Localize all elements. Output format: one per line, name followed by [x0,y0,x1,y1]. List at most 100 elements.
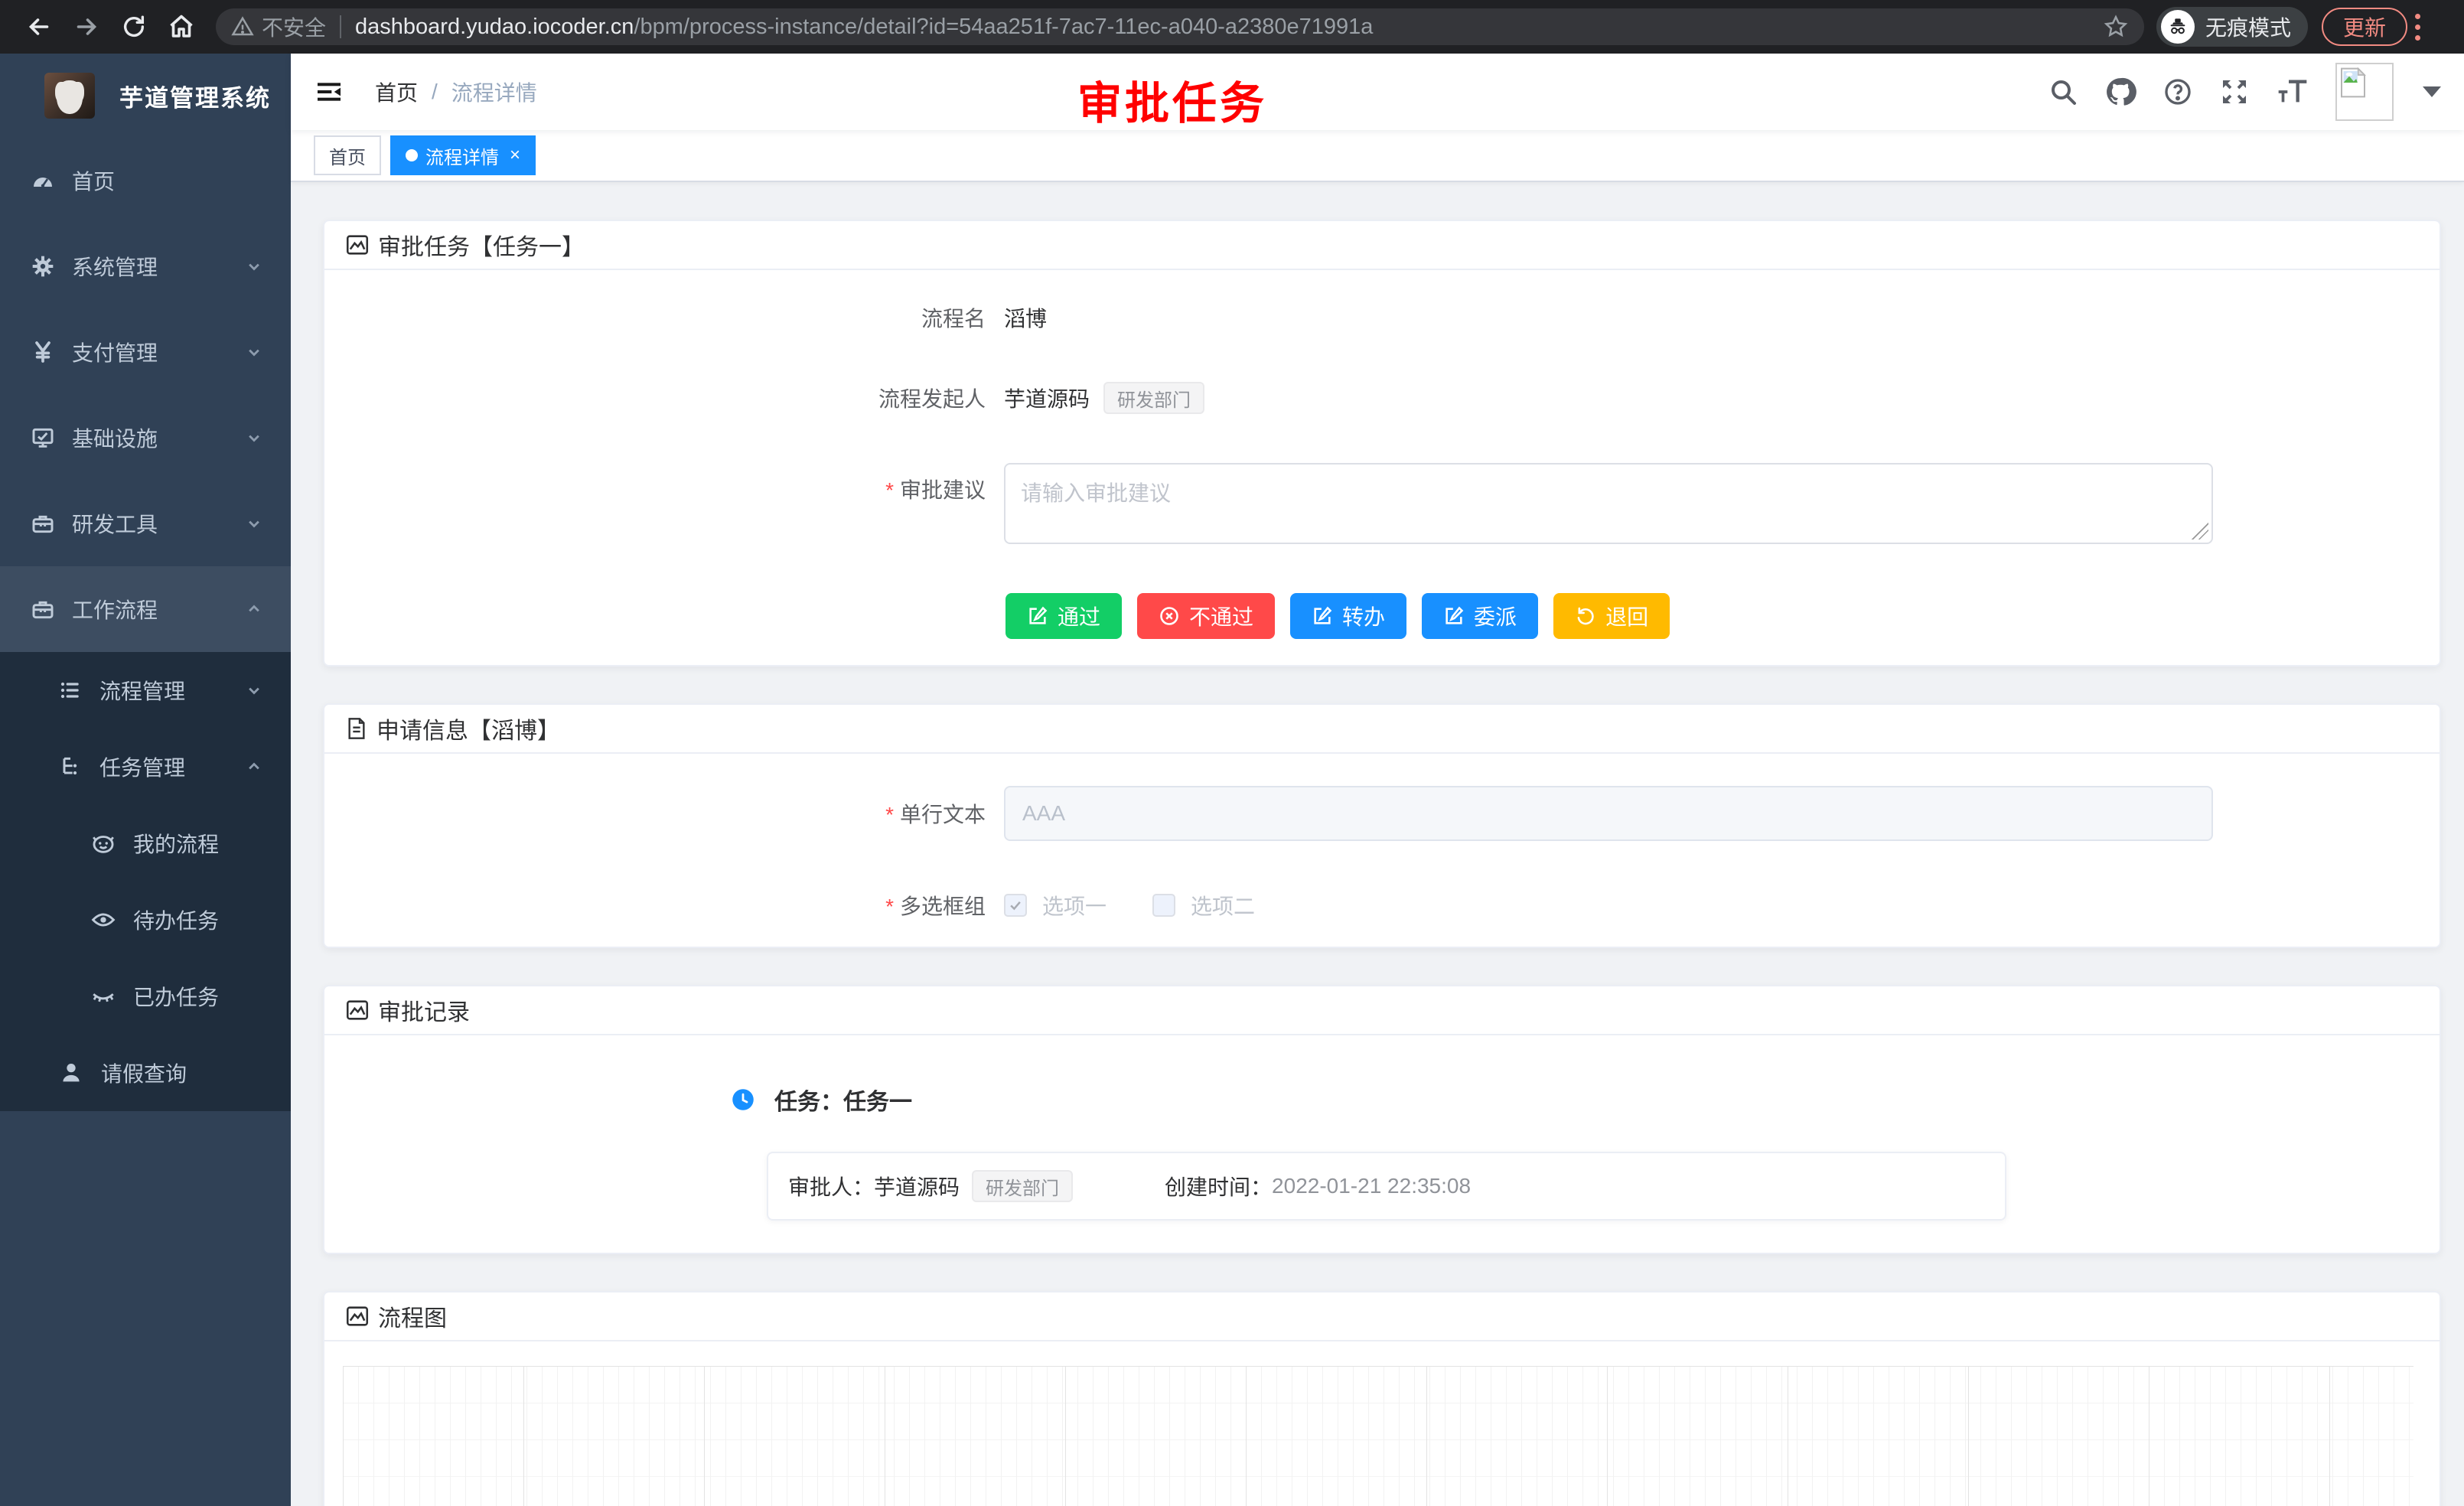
initiator-value: 芋道源码 研发部门 [1004,382,1204,414]
sidebar-item-task-mgmt[interactable]: 任务管理 [0,729,291,805]
sidebar-item-label: 研发工具 [72,508,158,539]
sidebar-item-label: 任务管理 [99,751,185,782]
card-body: 任务：任务一 审批人： 芋道源码 研发部门 创建时间： 2022-01-21 2… [324,1035,2440,1253]
sidebar-item-system[interactable]: 系统管理 [0,223,291,309]
screen: 不安全 dashboard.yudao.iocoder.cn/bpm/proce… [0,0,2464,1506]
sidebar-item-label: 系统管理 [72,251,158,282]
circle-close-icon [1159,605,1180,627]
picture-icon [344,1303,370,1329]
bookmark-star-icon[interactable] [2103,14,2129,40]
avatar[interactable] [2335,63,2394,121]
chevron-down-icon [243,680,265,701]
browser-menu-icon[interactable] [2415,14,2420,41]
sidebar-item-done-tasks[interactable]: 已办任务 [0,958,291,1035]
form-item-checkbox-group: 多选框组 选项一 选项二 [349,890,2415,921]
sidebar-item-label: 待办任务 [133,905,219,935]
sidebar-toggle-icon[interactable] [314,77,344,107]
checkbox-group: 选项一 选项二 [1004,890,1255,921]
sidebar-item-leave-query[interactable]: 请假查询 [0,1035,291,1111]
incognito-icon [2161,10,2195,44]
create-time-label: 创建时间： [1165,1171,1272,1201]
process-name-value: 滔博 [1004,302,1047,333]
checkbox-option1: 选项一 [1004,890,1107,921]
sidebar-item-workflow[interactable]: 工作流程 [0,566,291,652]
url-text[interactable]: dashboard.yudao.iocoder.cn/bpm/process-i… [355,15,2103,40]
yen-icon [31,340,55,364]
person-icon [58,1060,84,1086]
avatar-dropdown-caret[interactable] [2423,86,2441,97]
help-icon[interactable] [2163,77,2193,107]
app-navbar: 首页 / 流程详情 [291,54,2464,130]
dept-tag: 研发部门 [972,1170,1073,1202]
sidebar-item-home[interactable]: 首页 [0,138,291,223]
browser-toolbar: 不安全 dashboard.yudao.iocoder.cn/bpm/proce… [0,0,2464,54]
sidebar-item-todo-tasks[interactable]: 待办任务 [0,882,291,958]
warning-triangle-icon [231,15,254,38]
bpmn-canvas[interactable] [343,1366,2413,1506]
sidebar-item-label: 工作流程 [72,594,158,624]
main-area: 首页 / 流程详情 [291,54,2464,1506]
forward-icon[interactable] [72,12,101,41]
form-item-process-name: 流程名 滔博 [349,302,2415,333]
chevron-down-icon [243,341,265,363]
app-window: 芋道管理系统 首页 系统管理 支付管理 基础设施 [0,54,2464,1506]
suggestion-textarea[interactable]: 请输入审批建议 [1004,463,2213,544]
back-icon[interactable] [24,12,54,41]
reject-button[interactable]: 不通过 [1137,593,1275,639]
textarea-placeholder: 请输入审批建议 [1021,481,1171,505]
delegate-button[interactable]: 委派 [1422,593,1538,639]
chevron-down-icon [243,256,265,277]
edit-icon [1312,605,1333,627]
toolbox-icon [31,511,55,536]
search-icon[interactable] [2048,77,2078,107]
initiator-name: 芋道源码 [1004,383,1090,413]
field-label: 流程发起人 [349,383,1004,413]
picture-icon [344,997,370,1023]
single-text-input: AAA [1004,786,2213,841]
fullscreen-icon[interactable] [2219,77,2250,107]
sidebar-item-payment[interactable]: 支付管理 [0,309,291,395]
field-label: 流程名 [349,302,1004,333]
home-icon[interactable] [167,12,196,41]
transfer-button[interactable]: 转办 [1290,593,1406,639]
dept-tag: 研发部门 [1103,382,1204,414]
approval-actions: 通过 不通过 转办 委 [1005,593,2415,639]
approval-task-card: 审批任务【任务一】 流程名 滔博 流程发起人 芋道源码 研发部门 [323,220,2441,667]
logo-image [44,73,95,119]
url-bar[interactable]: 不安全 dashboard.yudao.iocoder.cn/bpm/proce… [216,8,2144,45]
card-body [324,1341,2440,1506]
field-label-required: 审批建议 [349,463,1004,504]
chrome-update-button[interactable]: 更新 [2322,8,2407,46]
github-icon[interactable] [2104,76,2136,108]
pass-button[interactable]: 通过 [1005,593,1122,639]
resize-grip[interactable] [2192,523,2208,539]
sidebar-item-label: 我的流程 [133,828,219,859]
sidebar-item-process-mgmt[interactable]: 流程管理 [0,652,291,729]
sidebar-item-infra[interactable]: 基础设施 [0,395,291,481]
eye-closed-icon [90,983,116,1009]
card-title: 审批任务【任务一】 [378,228,585,262]
tag-close-icon[interactable]: × [510,145,520,166]
form-item-initiator: 流程发起人 芋道源码 研发部门 [349,382,2415,414]
list-icon [58,678,83,702]
font-size-icon[interactable] [2276,77,2309,107]
document-icon [344,716,369,741]
task-label: 任务：任务一 [774,1083,912,1116]
sidebar: 芋道管理系统 首页 系统管理 支付管理 基础设施 [0,54,291,1506]
sidebar-item-devtools[interactable]: 研发工具 [0,481,291,566]
return-button[interactable]: 退回 [1553,593,1670,639]
reload-icon[interactable] [119,12,148,41]
tag-process-detail[interactable]: 流程详情 × [390,135,536,175]
sidebar-item-my-process[interactable]: 我的流程 [0,805,291,882]
approver-name: 芋道源码 [874,1171,960,1201]
form-item-suggestion: 审批建议 请输入审批建议 [349,463,2415,544]
security-warning[interactable]: 不安全 [231,11,326,42]
dashboard-icon [31,168,55,193]
edit-icon [1443,605,1465,627]
tag-home[interactable]: 首页 [314,135,381,175]
sidebar-logo[interactable]: 芋道管理系统 [0,54,291,138]
breadcrumb-home[interactable]: 首页 [375,77,418,107]
card-header: 申请信息【滔博】 [324,705,2440,754]
toolbox-icon [31,597,55,621]
card-title: 审批记录 [378,993,470,1027]
